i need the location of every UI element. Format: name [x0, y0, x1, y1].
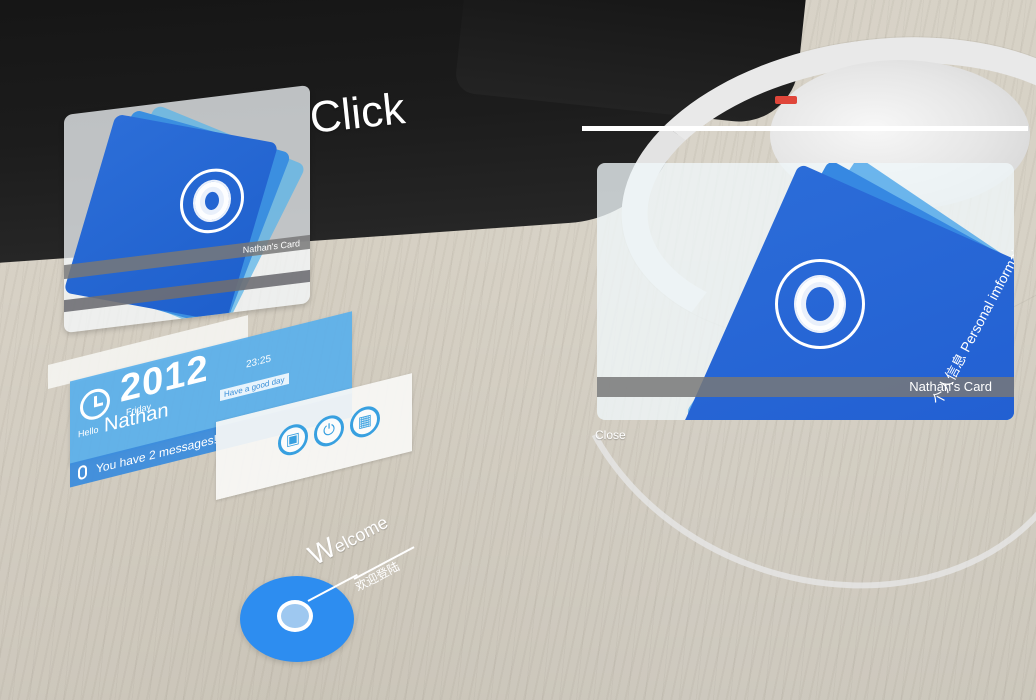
detail-divider — [582, 126, 1028, 131]
click-hint: Click — [307, 84, 408, 143]
welcome-button-center — [277, 600, 313, 632]
fingerprint-lines — [794, 275, 846, 333]
status-hello: Hello — [78, 424, 99, 440]
card-subtitle: 个人信息 Personal imformaiton — [308, 124, 311, 245]
status-time: 23:25 — [246, 353, 272, 371]
headphone-red-marker — [775, 96, 797, 104]
fingerprint-icon — [775, 259, 865, 349]
microphone-icon — [78, 464, 87, 481]
grid-icon[interactable]: ▦ — [350, 403, 380, 441]
status-greeting-badge: Have a good day — [220, 373, 289, 402]
close-button[interactable]: Close — [595, 428, 626, 442]
power-icon[interactable]: ⏻ — [314, 412, 344, 450]
desk-scene: Click Nathan's Card 个人信息 Personal imform… — [0, 0, 1036, 700]
fingerprint-lines — [193, 177, 231, 225]
welcome-button[interactable] — [240, 576, 354, 662]
box-icon[interactable]: ▣ — [278, 421, 308, 459]
detail-id-card: Nathan's Card 个人信息 Personal imformaiton — [597, 163, 1014, 420]
